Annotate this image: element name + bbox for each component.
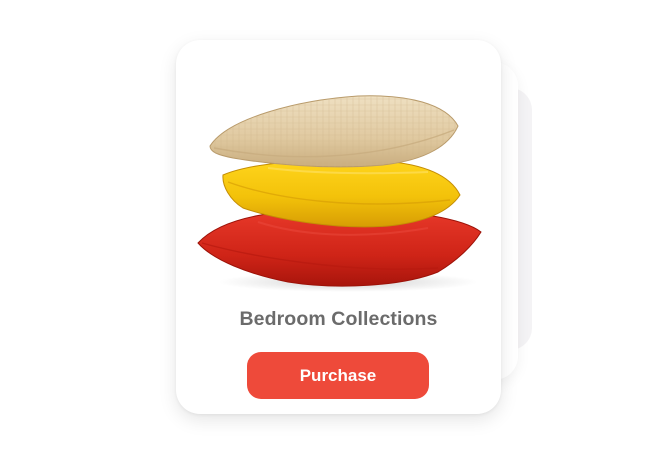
product-card[interactable]: Bedroom Collections Purchase [176, 40, 501, 414]
product-title: Bedroom Collections [239, 308, 438, 330]
purchase-button[interactable]: Purchase [247, 352, 429, 399]
stage: Bedroom Collections Purchase [0, 0, 667, 451]
pillow-stack-image [197, 95, 482, 292]
